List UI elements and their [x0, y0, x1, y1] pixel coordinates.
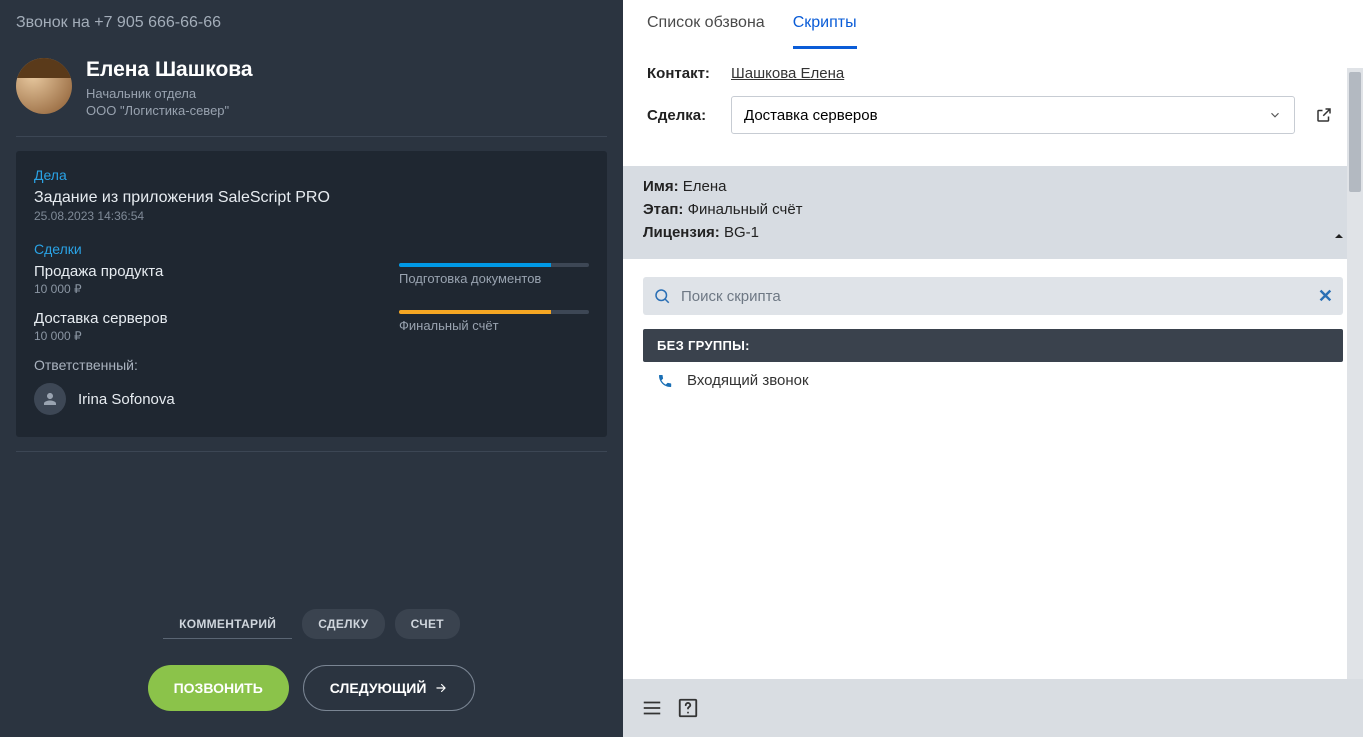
- contact-block: Елена Шашкова Начальник отдела ООО "Логи…: [0, 46, 623, 136]
- right-panel: Список обзвона Скрипты Контакт: Шашкова …: [623, 0, 1363, 737]
- tab-call-list[interactable]: Список обзвона: [647, 14, 765, 49]
- script-group-header: БЕЗ ГРУППЫ:: [643, 329, 1343, 362]
- collapse-button[interactable]: [1331, 228, 1347, 249]
- script-item-label: Входящий звонок: [687, 372, 809, 389]
- mini-tab-comment[interactable]: КОММЕНТАРИЙ: [163, 609, 292, 639]
- external-link-icon: [1315, 106, 1333, 124]
- contact-name: Елена Шашкова: [86, 58, 253, 82]
- divider: [16, 451, 607, 452]
- search-input[interactable]: [681, 288, 1308, 305]
- right-tabs: Список обзвона Скрипты: [623, 0, 1363, 49]
- deal-name: Доставка серверов: [34, 310, 168, 327]
- action-row: ПОЗВОНИТЬ СЛЕДУЮЩИЙ: [0, 665, 623, 737]
- menu-icon: [641, 697, 663, 719]
- contact-avatar: [16, 58, 72, 114]
- deal-progress: [399, 310, 589, 314]
- open-external-button[interactable]: [1309, 100, 1339, 130]
- next-button[interactable]: СЛЕДУЮЩИЙ: [303, 665, 476, 711]
- help-button[interactable]: [677, 697, 699, 719]
- phone-icon: [657, 373, 673, 389]
- deal-select-value: Доставка серверов: [744, 107, 878, 124]
- deal-stage: Подготовка документов: [399, 271, 589, 286]
- info-card: Дела Задание из приложения SaleScript PR…: [16, 151, 607, 437]
- contact-label: Контакт:: [647, 65, 717, 82]
- info-stage-label: Этап:: [643, 201, 683, 218]
- help-icon: [677, 697, 699, 719]
- tasks-label: Дела: [34, 167, 589, 183]
- responsible-avatar: [34, 383, 66, 415]
- responsible-name: Irina Sofonova: [78, 391, 175, 408]
- task-title: Задание из приложения SaleScript PRO: [34, 189, 589, 207]
- deal-name: Продажа продукта: [34, 263, 163, 280]
- mini-tab-invoice[interactable]: СЧЕТ: [395, 609, 460, 639]
- info-block: Имя: Елена Этап: Финальный счёт Лицензия…: [623, 166, 1363, 259]
- contact-company: ООО "Логистика-север": [86, 103, 253, 118]
- chevron-up-icon: [1331, 228, 1347, 244]
- deal-row[interactable]: Доставка серверов 10 000 ₽ Финальный счё…: [34, 310, 589, 343]
- contact-info: Елена Шашкова Начальник отдела ООО "Логи…: [86, 58, 253, 118]
- clear-search-button[interactable]: ✕: [1318, 286, 1333, 307]
- chevron-down-icon: [1268, 108, 1282, 122]
- next-button-label: СЛЕДУЮЩИЙ: [330, 680, 427, 696]
- arrow-right-icon: [434, 681, 448, 695]
- scrollbar-thumb[interactable]: [1349, 72, 1361, 192]
- responsible-row: Irina Sofonova: [34, 383, 589, 415]
- info-license-value: BG-1: [724, 224, 759, 241]
- info-name-value: Елена: [683, 178, 727, 195]
- mini-tab-deal[interactable]: СДЕЛКУ: [302, 609, 384, 639]
- search-icon: [653, 287, 671, 305]
- deal-label: Сделка:: [647, 107, 717, 124]
- deal-amount: 10 000 ₽: [34, 329, 168, 343]
- deal-select-row: Сделка: Доставка серверов: [647, 96, 1339, 134]
- deals-label: Сделки: [34, 241, 589, 257]
- deal-progress: [399, 263, 589, 267]
- contact-row: Контакт: Шашкова Елена: [647, 65, 1339, 82]
- script-search[interactable]: ✕: [643, 277, 1343, 315]
- script-item[interactable]: Входящий звонок: [623, 362, 1363, 399]
- mini-tab-bar: КОММЕНТАРИЙ СДЕЛКУ СЧЕТ: [0, 599, 623, 665]
- divider: [16, 136, 607, 137]
- call-button[interactable]: ПОЗВОНИТЬ: [148, 665, 289, 711]
- deal-select[interactable]: Доставка серверов: [731, 96, 1295, 134]
- deal-stage: Финальный счёт: [399, 318, 589, 333]
- contact-link[interactable]: Шашкова Елена: [731, 65, 844, 82]
- deal-row[interactable]: Продажа продукта 10 000 ₽ Подготовка док…: [34, 263, 589, 296]
- tab-scripts[interactable]: Скрипты: [793, 14, 857, 49]
- responsible-label: Ответственный:: [34, 357, 589, 373]
- person-icon: [41, 390, 59, 408]
- left-panel: Звонок на +7 905 666-66-66 Елена Шашкова…: [0, 0, 623, 737]
- scrollbar[interactable]: [1347, 68, 1363, 679]
- menu-button[interactable]: [641, 697, 663, 719]
- deal-amount: 10 000 ₽: [34, 282, 163, 296]
- info-stage-value: Финальный счёт: [688, 201, 803, 218]
- task-timestamp: 25.08.2023 14:36:54: [34, 209, 589, 223]
- info-license-label: Лицензия:: [643, 224, 720, 241]
- info-name-label: Имя:: [643, 178, 679, 195]
- contact-role: Начальник отдела: [86, 86, 253, 101]
- call-header: Звонок на +7 905 666-66-66: [0, 0, 623, 46]
- bottom-bar: [623, 679, 1363, 737]
